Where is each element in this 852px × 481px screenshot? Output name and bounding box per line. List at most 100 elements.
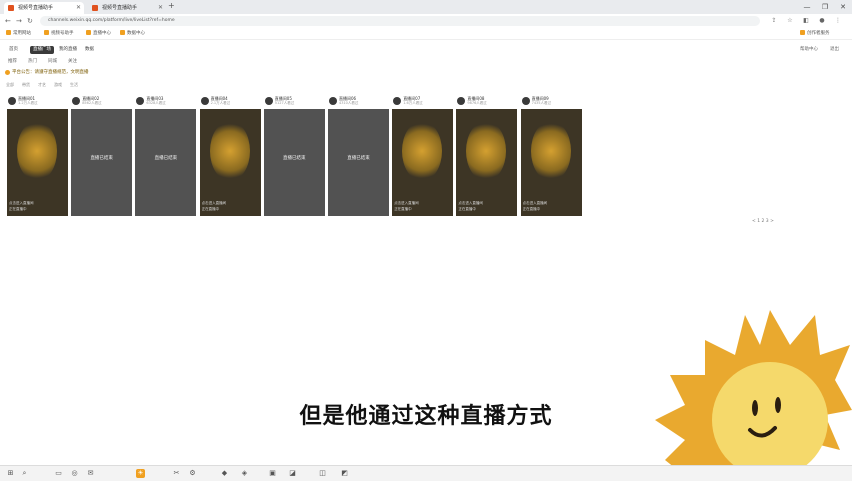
menu-icon[interactable]: ⋮ <box>834 17 842 25</box>
forward-icon[interactable]: → <box>16 14 22 28</box>
tab-home[interactable]: 首页 <box>6 46 21 54</box>
bookmark-item[interactable]: 创作者服务 <box>800 28 830 39</box>
stream-card[interactable]: 直播间07 1.6万人看过 点击进入直播间 正在直播中 <box>392 96 454 216</box>
stream-thumbnail[interactable]: 直播已结束 <box>328 109 389 216</box>
avatar[interactable] <box>264 97 273 105</box>
favicon-icon <box>8 5 14 11</box>
stream-card[interactable]: 直播间09 7435人看过 点击进入直播间 正在直播中 <box>520 96 582 216</box>
avatar[interactable] <box>329 97 337 105</box>
close-tab-icon[interactable]: ✕ <box>158 2 163 14</box>
back-icon[interactable]: ← <box>5 14 11 28</box>
folder-icon[interactable]: ▭ <box>54 469 63 478</box>
stream-thumbnail[interactable]: 点击进入直播间 正在直播中 <box>392 109 454 216</box>
scene-highlight <box>209 121 250 181</box>
sub-item[interactable]: 关注 <box>68 57 77 67</box>
viewer-count: 7435人看过 <box>531 101 552 105</box>
thumbnail-status: 直播已结束 <box>347 156 370 161</box>
stream-thumbnail[interactable]: 直播已结束 <box>263 109 325 216</box>
scene-highlight <box>17 121 57 181</box>
stream-thumbnail[interactable]: 点击进入直播间 正在直播中 <box>456 109 518 216</box>
filter-chip[interactable]: 全部 <box>6 80 14 89</box>
avatar[interactable] <box>393 97 402 105</box>
avatar[interactable] <box>136 97 145 105</box>
stream-card[interactable]: 直播间04 2.1万人看过 点击进入直播间 正在直播中 <box>199 96 261 216</box>
bookmarks-bar: 常用网站 视频号助手 直播中心 数据中心 创作者服务 <box>0 28 852 40</box>
tab-title: 视频号直播助手 <box>18 5 54 11</box>
thumbnail-caption: 点击进入直播间 <box>394 201 419 205</box>
bookmark-item[interactable]: 数据中心 <box>120 28 145 39</box>
tab-live-square[interactable]: 直播广场 <box>30 46 54 54</box>
app-icon[interactable]: ◫ <box>318 469 327 478</box>
filter-chip[interactable]: 带货 <box>22 80 30 89</box>
scene-highlight <box>530 121 571 181</box>
browser-icon[interactable]: ◎ <box>70 469 79 478</box>
share-icon[interactable]: ⇪ <box>770 17 778 25</box>
tab-data[interactable]: 数据 <box>82 46 97 54</box>
tab-title: 视频号直播助手 <box>102 5 138 11</box>
filter-chip[interactable]: 生活 <box>70 80 78 89</box>
logout-link[interactable]: 退出 <box>830 46 839 54</box>
sub-item[interactable]: 同城 <box>48 57 57 67</box>
viewer-count: 8562人看过 <box>82 101 102 105</box>
thumbnail-caption: 点击进入直播间 <box>458 201 483 205</box>
star-icon[interactable]: ☆ <box>786 17 794 25</box>
close-tab-icon[interactable]: ✕ <box>76 2 81 14</box>
browser-tab-2[interactable]: 视频号直播助手 ✕ <box>88 2 166 14</box>
search-icon[interactable]: ⌕ <box>20 469 29 478</box>
avatar[interactable] <box>72 97 81 105</box>
scene-highlight <box>466 121 507 181</box>
app-icon[interactable]: ◈ <box>240 469 249 478</box>
reload-icon[interactable]: ↻ <box>27 14 33 28</box>
new-tab-button[interactable]: + <box>168 1 175 10</box>
avatar[interactable] <box>8 97 16 105</box>
help-link[interactable]: 帮助中心 <box>800 46 818 54</box>
avatar[interactable] <box>521 97 530 105</box>
sub-item[interactable]: 热门 <box>28 57 37 67</box>
stream-thumbnail[interactable]: 直播已结束 <box>71 109 133 216</box>
app-icon[interactable]: ▣ <box>268 469 277 478</box>
maximize-button[interactable]: ❐ <box>816 0 834 14</box>
thumbnail-status: 直播已结束 <box>283 156 306 161</box>
stream-card[interactable]: 直播间03 6328人看过 直播已结束 <box>135 96 197 216</box>
stream-card[interactable]: 直播间08 9876人看过 点击进入直播间 正在直播中 <box>456 96 518 216</box>
tool-icon[interactable]: ✂ <box>172 469 181 478</box>
profile-icon[interactable]: ● <box>818 17 826 25</box>
viewer-count: 9876人看过 <box>467 101 487 105</box>
pagination[interactable]: < 1 2 3 > <box>752 219 774 224</box>
stream-thumbnail[interactable]: 点击进入直播间 正在直播中 <box>520 109 582 216</box>
tab-my-live[interactable]: 我的直播 <box>56 46 80 54</box>
bookmark-item[interactable]: 视频号助手 <box>44 28 74 39</box>
bookmark-item[interactable]: 直播中心 <box>86 28 111 39</box>
thumbnail-status-line: 正在直播中 <box>201 207 220 211</box>
minimize-button[interactable]: — <box>798 0 816 14</box>
extensions-icon[interactable]: ◧ <box>802 17 810 25</box>
stream-thumbnail[interactable]: 点击进入直播间 正在直播中 <box>7 109 68 216</box>
stream-thumbnail[interactable]: 直播已结束 <box>135 109 197 216</box>
app-icon[interactable]: ◩ <box>340 469 349 478</box>
card-header: 直播间09 7435人看过 <box>521 96 582 108</box>
app-icon[interactable]: ☀ <box>136 469 145 478</box>
stream-card[interactable]: 直播间02 8562人看过 直播已结束 <box>71 96 133 216</box>
stream-thumbnail[interactable]: 点击进入直播间 正在直播中 <box>199 109 261 216</box>
browser-tab-1[interactable]: 视频号直播助手 ✕ <box>4 2 84 14</box>
card-header: 直播间04 2.1万人看过 <box>200 96 261 108</box>
avatar[interactable] <box>200 97 209 105</box>
stream-card[interactable]: 直播间05 5127人看过 直播已结束 <box>263 96 325 216</box>
filter-chip[interactable]: 才艺 <box>38 80 46 89</box>
sub-item[interactable]: 推荐 <box>8 57 17 67</box>
avatar[interactable] <box>457 97 466 105</box>
stream-card[interactable]: 直播间01 1.2万人看过 点击进入直播间 正在直播中 <box>7 96 68 216</box>
filter-chip[interactable]: 游戏 <box>54 80 62 89</box>
viewer-count: 2.1万人看过 <box>210 101 231 105</box>
bookmark-item[interactable]: 常用网站 <box>6 28 31 39</box>
app-icon[interactable]: ◆ <box>220 469 229 478</box>
windows-icon[interactable]: ⊞ <box>6 469 15 478</box>
video-subtitle: 但是他通过这种直播方式 <box>299 404 553 429</box>
stream-card[interactable]: 直播间06 4310人看过 直播已结束 <box>328 96 389 216</box>
app-icon[interactable]: ◪ <box>288 469 297 478</box>
mail-icon[interactable]: ✉ <box>86 469 95 478</box>
close-window-button[interactable]: ✕ <box>834 0 852 14</box>
thumbnail-status-line: 正在直播中 <box>522 207 541 211</box>
url-input[interactable]: channels.weixin.qq.com/platform/live/liv… <box>40 16 760 26</box>
settings-icon[interactable]: ⚙ <box>188 469 197 478</box>
